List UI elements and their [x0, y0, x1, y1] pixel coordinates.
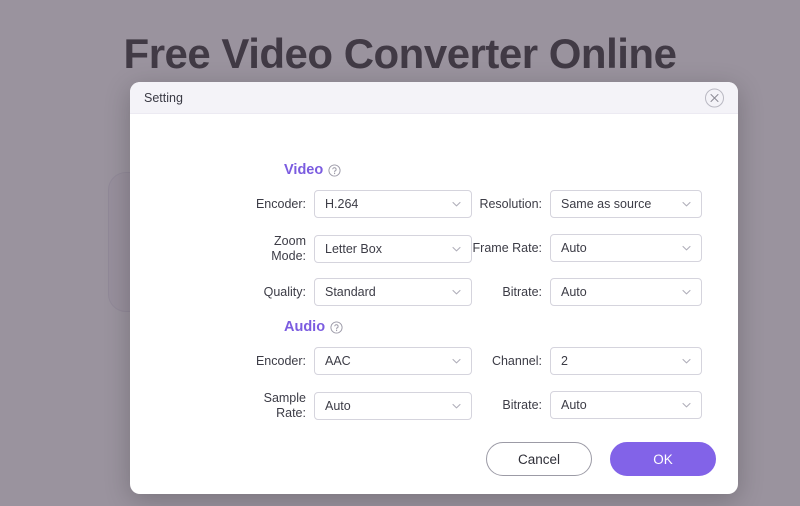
chevron-down-icon [681, 356, 692, 367]
select-value: Same as source [561, 197, 652, 211]
select-audio-encoder[interactable]: AAC [314, 347, 472, 375]
select-video-frame-rate[interactable]: Auto [550, 234, 702, 262]
field-label: Sample Rate: [263, 391, 306, 420]
chevron-down-icon [681, 199, 692, 210]
select-video-quality[interactable]: Standard [314, 278, 472, 306]
select-value: Auto [561, 285, 587, 299]
help-circle-icon[interactable] [330, 320, 343, 334]
cancel-button[interactable]: Cancel [486, 442, 592, 476]
select-value: H.264 [325, 197, 359, 211]
dialog-title: Setting [144, 90, 183, 105]
field-audio-channel: Channel: 2 [450, 347, 702, 375]
field-video-zoom-mode: Zoom Mode: Letter Box [230, 234, 472, 264]
field-audio-bitrate: Bitrate: Auto [450, 391, 702, 419]
field-video-frame-rate: Frame Rate: Auto [450, 234, 702, 262]
section-header-audio: Audio [284, 319, 343, 335]
settings-dialog: Setting Video Encoder: H.264 Zoom Mode: … [130, 82, 738, 494]
select-video-zoom-mode[interactable]: Letter Box [314, 235, 472, 263]
select-value: 2 [561, 354, 568, 368]
field-label: Encoder: [255, 353, 306, 368]
field-video-bitrate: Bitrate: Auto [450, 278, 702, 306]
select-audio-bitrate[interactable]: Auto [550, 391, 702, 419]
field-label: Bitrate: [502, 284, 542, 299]
select-video-bitrate[interactable]: Auto [550, 278, 702, 306]
field-video-quality: Quality: Standard [230, 278, 472, 306]
select-value: Auto [561, 241, 587, 255]
select-value: AAC [325, 354, 351, 368]
select-video-encoder[interactable]: H.264 [314, 190, 472, 218]
select-audio-sample-rate[interactable]: Auto [314, 392, 472, 420]
field-audio-encoder: Encoder: AAC [230, 347, 472, 375]
section-label-video: Video [284, 162, 324, 178]
dialog-header: Setting [130, 82, 738, 114]
dialog-footer: Cancel OK [486, 442, 716, 476]
dialog-body: Video Encoder: H.264 Zoom Mode: Letter B… [130, 114, 738, 494]
chevron-down-icon [681, 287, 692, 298]
field-label: Zoom Mode: [271, 234, 306, 263]
field-label: Resolution: [479, 196, 542, 211]
field-audio-sample-rate: Sample Rate: Auto [230, 391, 472, 421]
select-audio-channel[interactable]: 2 [550, 347, 702, 375]
section-header-video: Video [284, 162, 341, 178]
select-value: Auto [561, 398, 587, 412]
help-circle-icon[interactable] [328, 163, 341, 177]
select-value: Standard [325, 285, 376, 299]
page-root: Free Video Converter Online Convert vide… [0, 0, 800, 506]
close-icon[interactable] [705, 88, 724, 107]
field-label: Bitrate: [502, 397, 542, 412]
field-label: Channel: [491, 353, 542, 368]
field-video-resolution: Resolution: Same as source [450, 190, 702, 218]
select-value: Letter Box [325, 242, 382, 256]
field-label: Quality: [263, 284, 306, 299]
section-label-audio: Audio [284, 319, 326, 335]
ok-button[interactable]: OK [610, 442, 716, 476]
chevron-down-icon [681, 243, 692, 254]
select-video-resolution[interactable]: Same as source [550, 190, 702, 218]
field-label: Frame Rate: [472, 240, 542, 255]
chevron-down-icon [681, 400, 692, 411]
field-video-encoder: Encoder: H.264 [230, 190, 472, 218]
select-value: Auto [325, 399, 351, 413]
field-label: Encoder: [255, 196, 306, 211]
